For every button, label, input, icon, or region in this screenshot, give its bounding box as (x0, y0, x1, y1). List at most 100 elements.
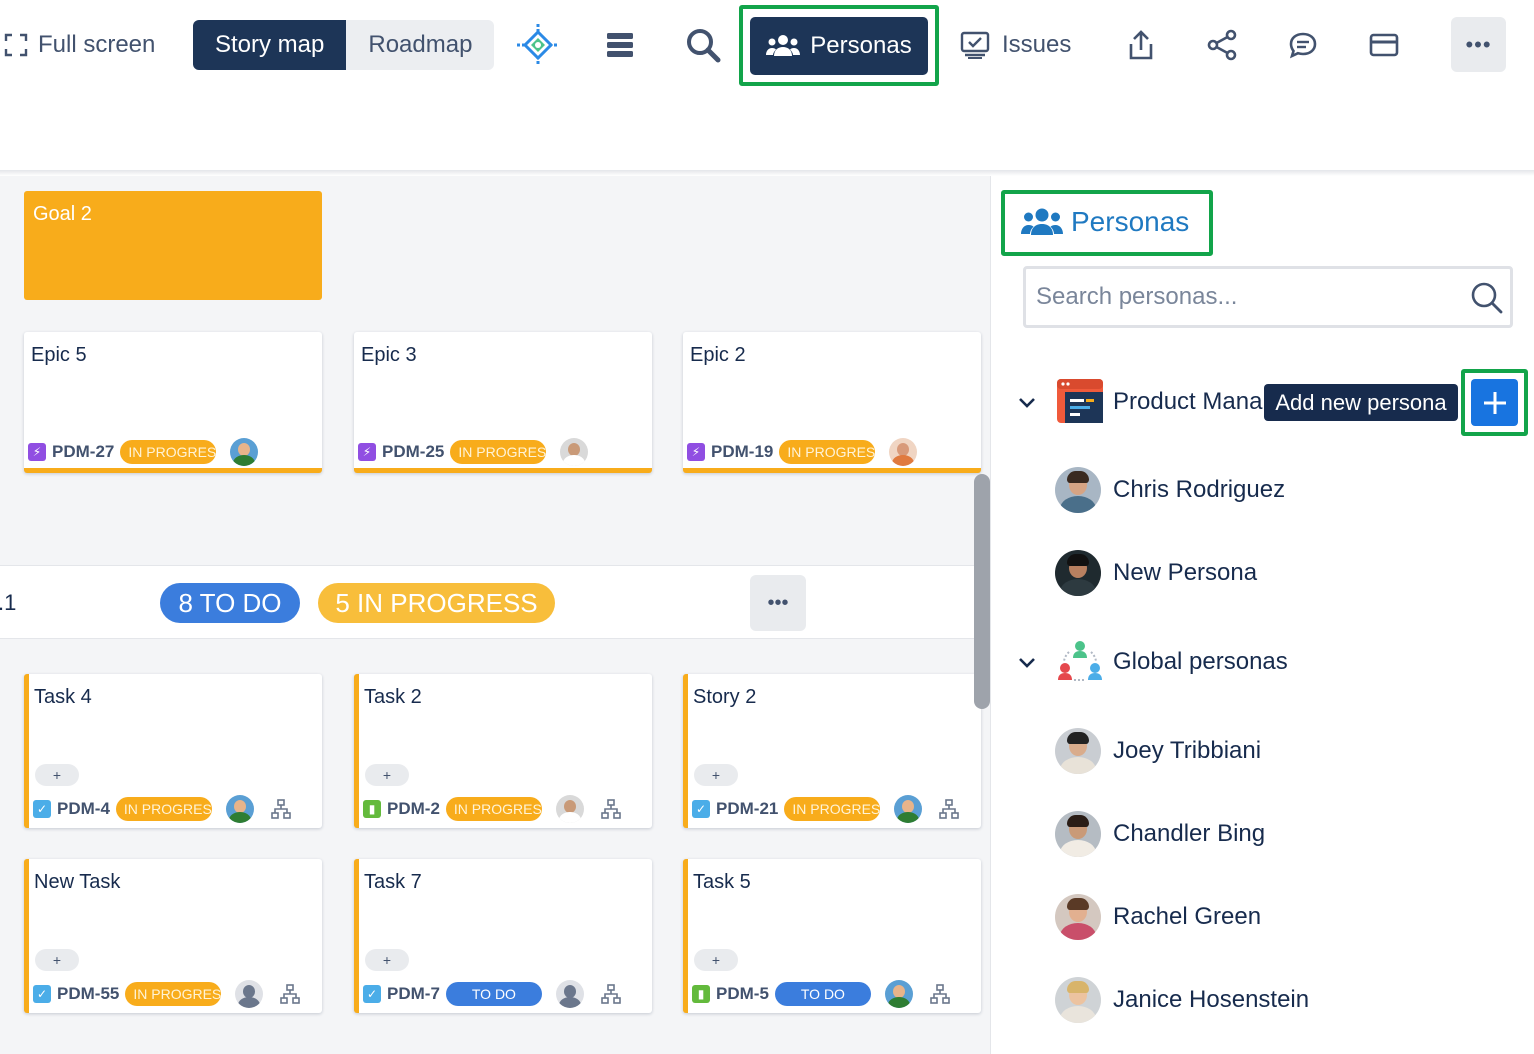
task-card[interactable]: Task 7 + ✓ PDM-7 TO DO (354, 859, 652, 1013)
task-card[interactable]: Story 2 + ✓ PDM-21 IN PROGRESS (683, 674, 981, 828)
comments-button[interactable] (1280, 22, 1326, 68)
avatar (1055, 977, 1101, 1023)
export-button[interactable] (1118, 22, 1164, 68)
persona-name: Janice Hosenstein (1113, 986, 1310, 1013)
unassigned-avatar[interactable] (555, 980, 584, 1008)
add-subtask-button[interactable]: + (365, 764, 409, 786)
issue-key[interactable]: PDM-2 (387, 799, 440, 819)
issue-key[interactable]: PDM-27 (52, 442, 114, 462)
todo-count-badge[interactable]: 8 TO DO (160, 583, 300, 623)
hierarchy-icon[interactable] (270, 798, 292, 820)
search-input[interactable] (1036, 281, 1456, 313)
avatar (1055, 728, 1101, 774)
card-title: Task 4 (34, 686, 92, 708)
chevron-down-icon[interactable] (1015, 390, 1039, 414)
card-meta: ⚡ PDM-25 IN PROGRESS (358, 438, 589, 466)
search-button[interactable] (680, 22, 726, 68)
global-team-icon (1058, 641, 1102, 681)
task-card[interactable]: Task 5 + ▮ PDM-5 TO DO (683, 859, 981, 1013)
card-title: New Task (34, 871, 121, 893)
group-label: Global personas (1113, 648, 1288, 675)
status-badge[interactable]: IN PROGRESS (784, 797, 881, 821)
status-badge[interactable]: IN PROGRESS (120, 440, 217, 464)
upload-icon (1129, 30, 1153, 60)
tab-story-map[interactable]: Story map (193, 20, 347, 70)
avatar (1055, 550, 1101, 596)
more-options-button[interactable]: ••• (1451, 17, 1506, 72)
tab-roadmap[interactable]: Roadmap (346, 20, 495, 70)
issue-key[interactable]: PDM-19 (711, 442, 773, 462)
hierarchy-icon[interactable] (929, 983, 951, 1005)
task-card[interactable]: Task 2 + ▮ PDM-2 IN PROGRESS (354, 674, 652, 828)
persona-item[interactable]: Janice Hosenstein (1055, 977, 1309, 1023)
task-card[interactable]: New Task + ✓ PDM-55 IN PROGRESS (24, 859, 322, 1013)
view-switcher: Story map Roadmap (193, 20, 495, 70)
persona-item[interactable]: Chris Rodriguez (1055, 467, 1285, 513)
list-view-button[interactable] (597, 22, 643, 68)
vertical-scrollbar[interactable] (974, 474, 990, 709)
task-card[interactable]: Task 4 + ✓ PDM-4 IN PROGRESS (24, 674, 322, 828)
add-persona-button[interactable] (1471, 379, 1518, 426)
avatar[interactable] (894, 795, 923, 823)
add-subtask-button[interactable]: + (35, 764, 79, 786)
search-icon[interactable] (1470, 281, 1504, 315)
hierarchy-icon[interactable] (600, 983, 622, 1005)
credit-card-icon (1369, 33, 1399, 57)
fullscreen-button[interactable]: Full screen (4, 26, 155, 64)
issues-button[interactable]: Issues (960, 26, 1071, 64)
issue-key[interactable]: PDM-21 (716, 799, 778, 819)
avatar[interactable] (230, 438, 259, 466)
persona-group-global[interactable]: Global personas (1015, 636, 1465, 688)
persona-item[interactable]: Rachel Green (1055, 894, 1261, 940)
add-persona-highlight (1461, 369, 1528, 436)
issue-key[interactable]: PDM-5 (716, 984, 769, 1004)
persona-item[interactable]: New Persona (1055, 550, 1257, 596)
hierarchy-icon[interactable] (938, 798, 960, 820)
persona-item[interactable]: Joey Tribbiani (1055, 728, 1261, 774)
status-badge[interactable]: IN PROGRESS (115, 797, 212, 821)
persona-search (1023, 266, 1513, 328)
card-view-button[interactable] (1361, 22, 1407, 68)
avatar[interactable] (225, 795, 254, 823)
status-badge[interactable]: IN PROGRESS (779, 440, 876, 464)
avatar[interactable] (889, 438, 918, 466)
story-bookmark-icon: ▮ (692, 985, 710, 1003)
add-subtask-button[interactable]: + (694, 949, 738, 971)
avatar[interactable] (884, 980, 913, 1008)
avatar[interactable] (560, 438, 589, 466)
goal-card[interactable]: Goal 2 (24, 191, 322, 300)
add-subtask-button[interactable]: + (694, 764, 738, 786)
panel-title: Personas (1021, 206, 1189, 238)
add-persona-tooltip: Add new persona (1264, 384, 1458, 421)
issue-key[interactable]: PDM-55 (57, 984, 119, 1004)
add-subtask-button[interactable]: + (35, 949, 79, 971)
add-subtask-button[interactable]: + (365, 949, 409, 971)
status-badge[interactable]: TO DO (445, 982, 542, 1006)
status-badge[interactable]: IN PROGRESS (450, 440, 547, 464)
issue-key[interactable]: PDM-25 (382, 442, 444, 462)
unassigned-avatar[interactable] (235, 980, 264, 1008)
share-button[interactable] (1199, 22, 1245, 68)
epic-card[interactable]: Epic 3 ⚡ PDM-25 IN PROGRESS (354, 332, 652, 473)
avatar[interactable] (555, 795, 584, 823)
personas-button[interactable]: Personas (750, 17, 928, 75)
epic-card[interactable]: Epic 5 ⚡ PDM-27 IN PROGRESS (24, 332, 322, 473)
status-badge[interactable]: TO DO (774, 982, 871, 1006)
epic-lightning-icon: ⚡ (358, 443, 376, 461)
epic-card[interactable]: Epic 2 ⚡ PDM-19 IN PROGRESS (683, 332, 981, 473)
hierarchy-icon[interactable] (600, 798, 622, 820)
persona-item[interactable]: Chandler Bing (1055, 811, 1265, 857)
personas-panel: Personas Product Mana Add new persona Ch… (990, 176, 1534, 1054)
hierarchy-icon[interactable] (279, 983, 301, 1005)
issue-key[interactable]: PDM-4 (57, 799, 110, 819)
card-title: Epic 5 (31, 344, 87, 366)
status-badge[interactable]: IN PROGRESS (125, 982, 222, 1006)
task-check-icon: ✓ (33, 985, 51, 1003)
chevron-down-icon[interactable] (1015, 650, 1039, 674)
status-badge[interactable]: IN PROGRESS (445, 797, 542, 821)
avatar (1055, 467, 1101, 513)
release-more-button[interactable]: ••• (750, 575, 806, 631)
issue-key[interactable]: PDM-7 (387, 984, 440, 1004)
inprogress-count-badge[interactable]: 5 IN PROGRESS (318, 583, 555, 623)
app-logo-button[interactable] (515, 22, 561, 68)
